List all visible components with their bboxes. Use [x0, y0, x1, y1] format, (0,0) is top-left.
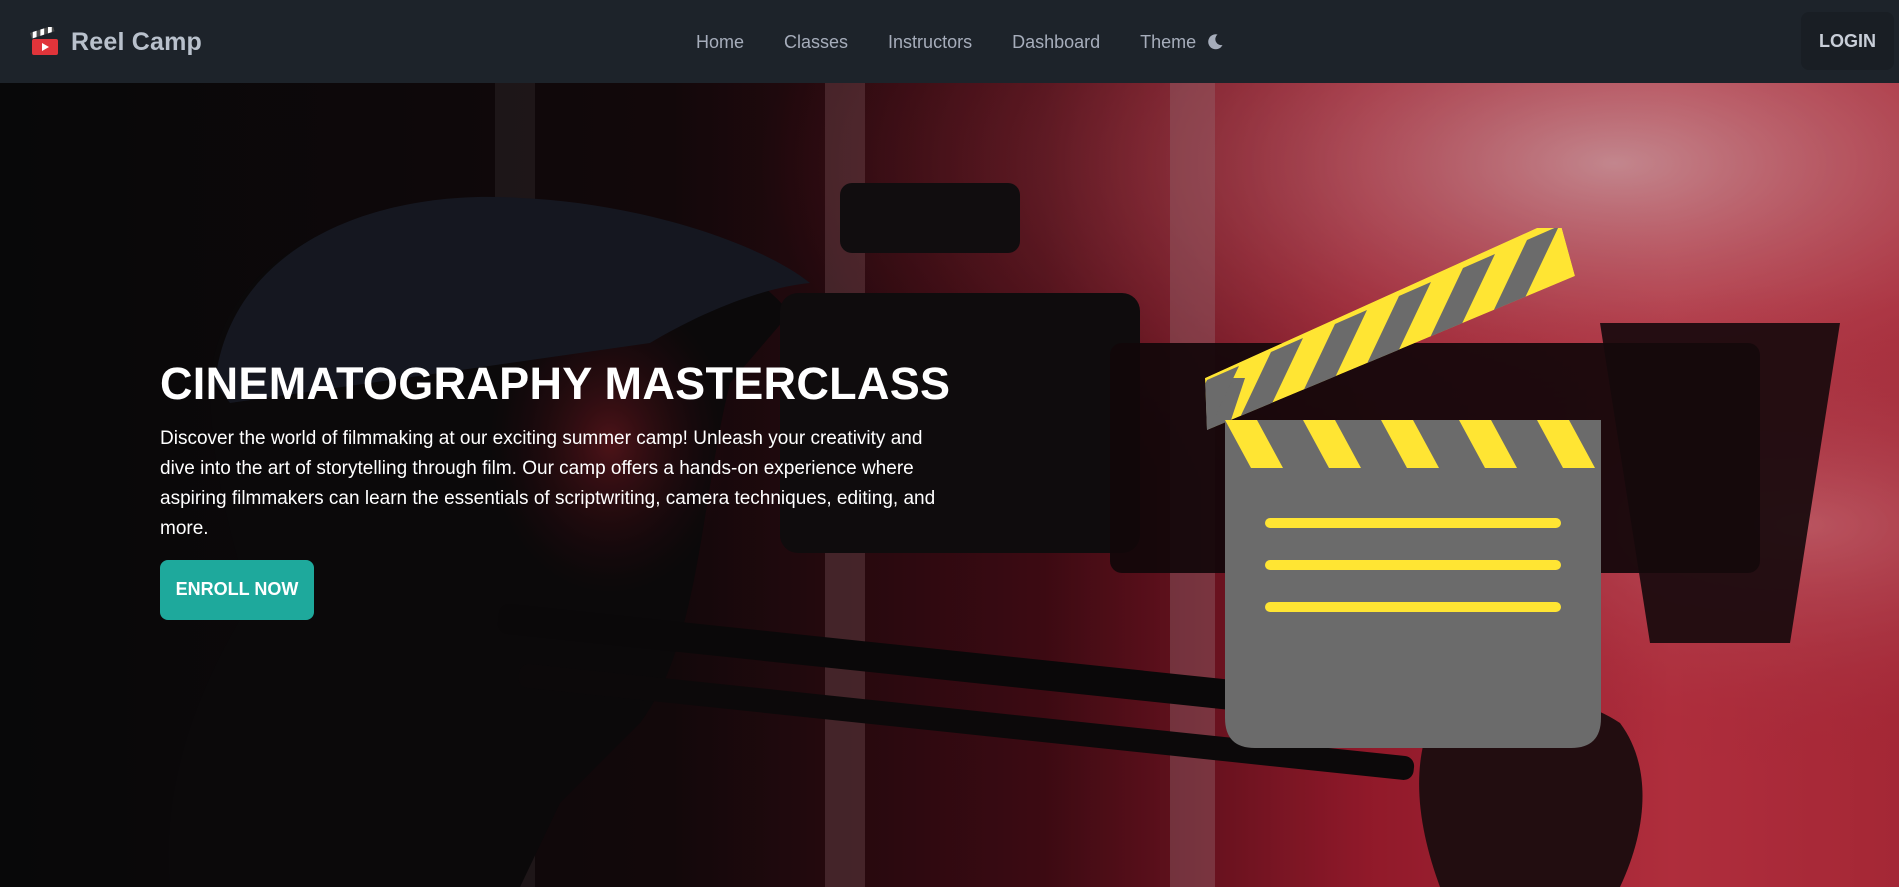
navbar: Reel Camp Home Classes Instructors Dashb…	[0, 0, 1899, 83]
clapperboard-icon	[1205, 228, 1601, 748]
nav-link-label: Home	[696, 31, 745, 52]
nav-link-home[interactable]: Home	[676, 24, 764, 61]
moon-icon	[1208, 34, 1223, 50]
theme-toggle[interactable]: Theme	[1120, 24, 1244, 61]
enroll-now-button[interactable]: ENROLL NOW	[160, 559, 314, 620]
brand-name: Reel Camp	[71, 27, 203, 56]
nav-link-dashboard[interactable]: Dashboard	[992, 24, 1120, 61]
hero-section: CINEMATOGRAPHY MASTERCLASS Discover the …	[0, 83, 1899, 887]
login-button[interactable]: LOGIN	[1801, 12, 1894, 70]
hero-description: Discover the world of filmmaking at our …	[160, 427, 936, 539]
main-nav: Home Classes Instructors Dashboard Theme	[676, 22, 1244, 62]
nav-link-label: Instructors	[888, 31, 973, 52]
nav-link-label: Dashboard	[1012, 31, 1101, 52]
nav-link-instructors[interactable]: Instructors	[868, 24, 992, 61]
nav-link-classes[interactable]: Classes	[764, 24, 868, 61]
nav-link-label: Classes	[784, 31, 849, 52]
hero-title: CINEMATOGRAPHY MASTERCLASS	[160, 358, 951, 409]
hero-content: CINEMATOGRAPHY MASTERCLASS Discover the …	[160, 358, 960, 620]
brand-link[interactable]: Reel Camp	[30, 24, 202, 60]
clapperboard-icon	[30, 27, 58, 55]
nav-link-label: Theme	[1140, 31, 1197, 52]
